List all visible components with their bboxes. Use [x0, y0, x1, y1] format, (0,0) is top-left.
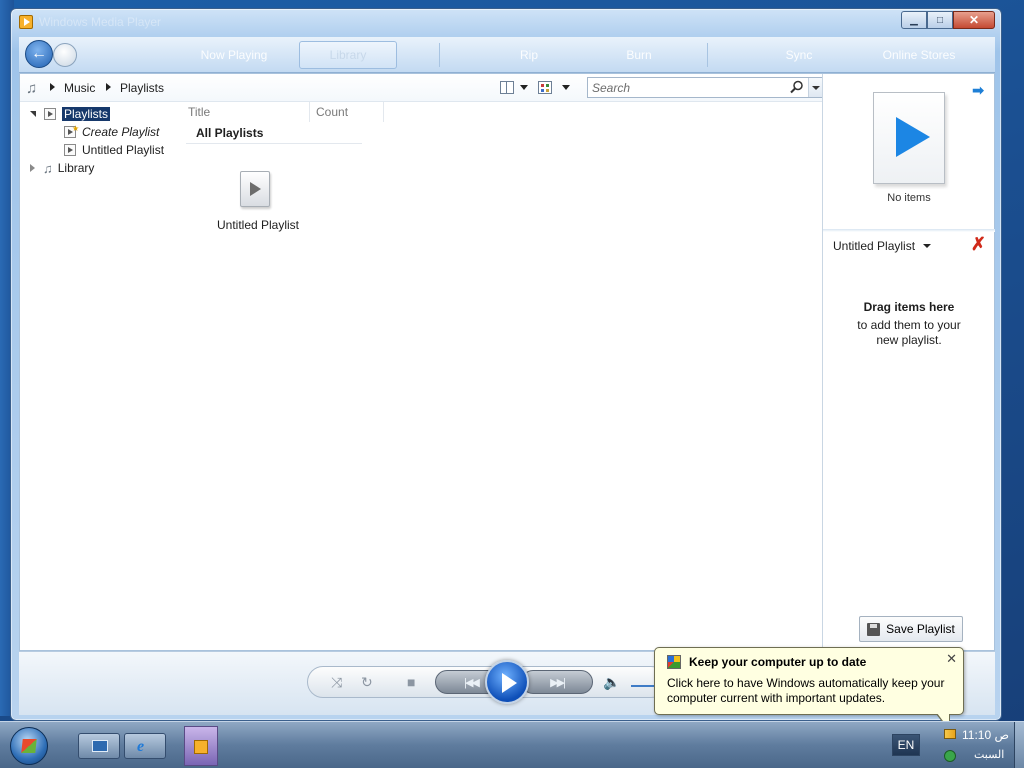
pane-arrow-icon[interactable]: ➡ — [972, 82, 984, 99]
search-icon[interactable] — [790, 80, 804, 94]
playlist-tile-label[interactable]: Untitled Playlist — [204, 218, 312, 232]
tree-item-untitled-playlist[interactable]: Untitled Playlist — [64, 142, 164, 158]
tab-library[interactable]: Library — [299, 41, 397, 69]
playlist-name-dropdown[interactable]: Untitled Playlist — [833, 239, 932, 253]
next-button[interactable]: ▶▶| — [521, 670, 593, 694]
tab-separator — [439, 43, 440, 67]
shuffle-icon[interactable]: ⤨ — [331, 674, 342, 691]
windows-start-icon[interactable] — [10, 727, 48, 765]
action-center-flag-icon[interactable] — [944, 729, 956, 739]
tree-item-label: Library — [57, 161, 95, 175]
tree-item-create-playlist[interactable]: ★ Create Playlist — [64, 124, 159, 140]
breadcrumb-playlists[interactable]: Playlists — [120, 81, 164, 95]
navigation-bar: ← Now Playing Library Rip Burn Sync Onli… — [19, 37, 995, 73]
library-music-icon: ♫ — [43, 160, 53, 176]
breadcrumb-music[interactable]: Music — [64, 81, 95, 95]
no-items-text: No items — [887, 192, 931, 204]
balloon-title: Keep your computer up to date — [689, 655, 867, 669]
column-header-title[interactable]: Title — [182, 102, 310, 122]
tab-burn[interactable]: Burn — [599, 41, 679, 69]
breadcrumb-arrow-icon[interactable] — [50, 83, 55, 91]
internet-explorer-icon: e — [137, 738, 145, 755]
group-divider — [186, 143, 362, 144]
window-controls: ▁ □ ✕ — [901, 11, 995, 29]
show-desktop-icon — [92, 740, 108, 752]
tab-rip[interactable]: Rip — [489, 41, 569, 69]
forward-button[interactable] — [53, 43, 77, 67]
search-input[interactable] — [592, 80, 782, 95]
tree-item-playlists[interactable]: Playlists — [30, 106, 112, 122]
back-button[interactable]: ← — [25, 40, 53, 68]
pane-divider — [823, 229, 995, 232]
show-desktop-quicklaunch[interactable] — [78, 733, 120, 759]
security-shield-icon[interactable] — [944, 750, 956, 762]
back-arrow-icon: ← — [31, 45, 47, 62]
mute-icon[interactable]: 🔈 — [603, 674, 620, 691]
clock-day[interactable]: السبت — [974, 748, 1004, 761]
navigation-tree: Playlists ★ Create Playlist Untitled Pla… — [20, 102, 172, 650]
close-icon[interactable]: ✕ — [946, 651, 957, 667]
list-pane: ➡ No items Untitled Playlist ✗ Drag item… — [822, 74, 995, 650]
tab-online-stores[interactable]: Online Stores — [859, 41, 979, 69]
tab-separator — [707, 43, 708, 67]
show-desktop-button[interactable] — [1014, 722, 1024, 768]
update-notification-balloon[interactable]: Keep your computer up to date ✕ Click he… — [654, 647, 964, 715]
media-player-window: Windows Media Player ▁ □ ✕ ← Now Playing… — [10, 8, 1002, 721]
save-playlist-button[interactable]: Save Playlist — [859, 616, 963, 642]
tree-item-label: Untitled Playlist — [82, 143, 165, 157]
repeat-icon[interactable]: ↻ — [361, 674, 373, 691]
playlist-icon — [64, 144, 76, 156]
tree-item-label: Playlists — [60, 106, 112, 122]
list-art-icon — [873, 92, 945, 184]
create-playlist-star-icon: ★ — [72, 124, 80, 133]
music-note-icon: ♫ — [26, 80, 38, 97]
taskbar-media-player[interactable] — [184, 726, 218, 766]
play-button[interactable] — [485, 660, 529, 704]
drag-instructions: to add them to your new playlist. — [857, 318, 961, 347]
media-player-icon — [194, 740, 208, 754]
view-options-icon[interactable] — [538, 81, 552, 94]
playlist-icon — [44, 108, 56, 120]
collapse-icon[interactable] — [30, 111, 36, 117]
clock-time[interactable]: 11:10 ص — [962, 728, 1009, 742]
close-button[interactable]: ✕ — [953, 11, 995, 29]
save-playlist-label: Save Playlist — [886, 622, 955, 636]
search-options-dropdown[interactable] — [808, 78, 822, 97]
balloon-text[interactable]: Click here to have Windows automatically… — [667, 676, 959, 706]
library-content: ♫ Music Playlists Playl — [19, 73, 995, 651]
expand-icon[interactable] — [30, 164, 35, 172]
next-icon: ▶▶| — [550, 676, 566, 689]
playlist-name: Untitled Playlist — [833, 239, 916, 253]
minimize-button[interactable]: ▁ — [901, 11, 927, 29]
language-indicator[interactable]: EN — [892, 734, 920, 756]
tree-item-label: Create Playlist — [82, 125, 160, 139]
save-disk-icon — [867, 622, 881, 636]
maximize-button[interactable]: □ — [927, 11, 953, 29]
chevron-down-icon[interactable] — [520, 85, 528, 90]
windows-update-icon — [667, 655, 681, 669]
chevron-down-icon — [923, 244, 932, 248]
window-title: Windows Media Player — [39, 15, 162, 29]
internet-explorer-quicklaunch[interactable]: e — [124, 733, 166, 759]
column-header-count[interactable]: Count — [310, 102, 384, 122]
library-toolbar: ♫ Music Playlists — [20, 74, 823, 102]
layout-icon[interactable] — [500, 81, 514, 94]
tab-sync[interactable]: Sync — [749, 41, 849, 69]
stop-icon[interactable]: ■ — [407, 674, 415, 690]
breadcrumb-arrow-icon[interactable] — [106, 83, 111, 91]
chevron-down-icon[interactable] — [562, 85, 570, 90]
search-box — [587, 77, 823, 98]
previous-icon: |◀◀ — [464, 676, 480, 689]
playlist-icon: ★ — [64, 124, 80, 138]
clear-list-icon[interactable]: ✗ — [971, 234, 986, 255]
tab-now-playing[interactable]: Now Playing — [179, 41, 289, 69]
group-header: All Playlists — [196, 126, 264, 140]
media-player-icon — [19, 15, 33, 29]
playlist-tile-icon[interactable] — [240, 171, 270, 207]
taskbar: e EN 11:10 ص السبت — [0, 721, 1024, 768]
tree-item-library[interactable]: ♫ Library — [30, 160, 94, 176]
drag-title: Drag items here — [863, 300, 955, 314]
